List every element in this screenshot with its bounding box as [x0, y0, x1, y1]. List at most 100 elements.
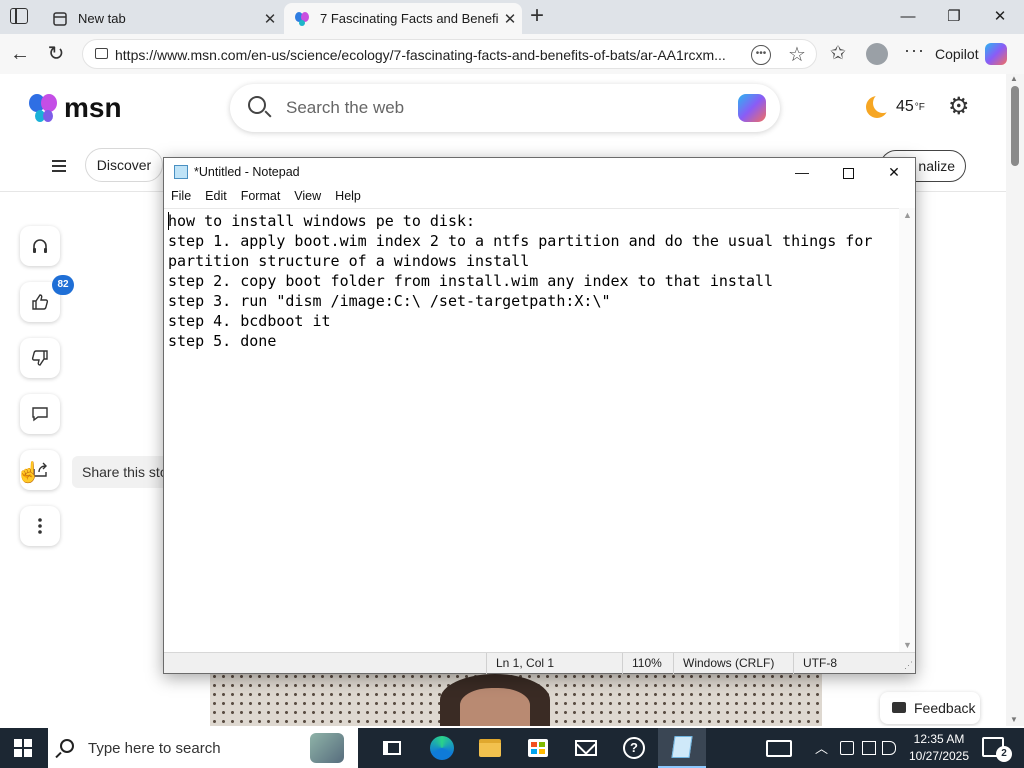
file-explorer-taskbar-button[interactable]: [466, 728, 514, 768]
notepad-icon: [671, 736, 693, 758]
notepad-close-button[interactable]: ✕: [871, 158, 917, 186]
volume-icon[interactable]: [882, 741, 896, 755]
notepad-title: *Untitled - Notepad: [194, 165, 300, 179]
back-icon[interactable]: ←: [8, 42, 32, 66]
browser-minimize-button[interactable]: —: [886, 4, 930, 30]
scroll-up-icon[interactable]: ▲: [1010, 74, 1018, 83]
notepad-minimize-button[interactable]: —: [779, 158, 825, 186]
clock-time: 12:35 AM: [913, 732, 965, 746]
new-tab-button[interactable]: +: [530, 3, 544, 29]
notepad-text-area[interactable]: how to install windows pe to disk: step …: [164, 208, 899, 652]
vertical-ellipsis-icon: [38, 518, 42, 534]
scrollbar-thumb[interactable]: [1011, 86, 1019, 166]
weather-widget[interactable]: 45 °F: [866, 93, 925, 118]
web-search-box[interactable]: Search the web: [230, 84, 780, 132]
article-image-face: [460, 688, 530, 726]
thumbs-up-icon: [32, 294, 49, 310]
encoding: UTF-8: [803, 656, 837, 670]
read-aloud-icon[interactable]: •••: [751, 45, 771, 65]
tab-actions-icon[interactable]: [10, 8, 28, 24]
more-options-button[interactable]: [20, 506, 60, 546]
more-icon[interactable]: ···: [904, 40, 925, 61]
msn-logo[interactable]: msn: [28, 92, 122, 124]
meet-now-icon[interactable]: [840, 741, 854, 755]
msn-favicon-icon: [294, 11, 310, 27]
discover-button[interactable]: Discover: [85, 148, 163, 182]
notepad-vertical-scrollbar[interactable]: ▲ ▼: [899, 208, 915, 652]
favorites-icon[interactable]: ✩: [830, 42, 846, 65]
msn-wordmark: msn: [64, 92, 122, 123]
task-view-button[interactable]: [368, 728, 416, 768]
notepad-taskbar-button[interactable]: [658, 728, 706, 768]
get-help-taskbar-button[interactable]: ?: [610, 728, 658, 768]
settings-gear-icon[interactable]: ⚙: [948, 92, 970, 121]
tab-close-icon[interactable]: ✕: [498, 10, 522, 28]
resize-grip-icon[interactable]: ⋰: [904, 660, 913, 671]
browser-restore-button[interactable]: ❐: [932, 4, 976, 30]
thumbs-down-icon: [31, 350, 48, 366]
network-icon[interactable]: [862, 741, 876, 755]
tab-new-tab[interactable]: New tab ✕: [42, 3, 282, 34]
tab-label: 7 Fascinating Facts and Benefits o: [320, 11, 498, 26]
edge-icon: [430, 736, 454, 760]
menu-view[interactable]: View: [287, 186, 328, 208]
notepad-title-bar[interactable]: *Untitled - Notepad — ✕: [164, 158, 915, 186]
listen-button[interactable]: [20, 226, 60, 266]
notepad-window: *Untitled - Notepad — ✕ File Edit Format…: [163, 157, 916, 674]
help-icon: ?: [623, 737, 645, 759]
scroll-up-icon[interactable]: ▲: [903, 210, 912, 220]
address-bar[interactable]: https://www.msn.com/en-us/science/ecolog…: [82, 39, 817, 69]
taskbar-clock[interactable]: 12:35 AM 10/27/2025: [908, 731, 970, 765]
copilot-icon[interactable]: [738, 94, 766, 122]
menu-icon[interactable]: [52, 160, 66, 172]
notepad-text-content[interactable]: how to install windows pe to disk: step …: [168, 211, 893, 351]
new-tab-page-icon: [52, 11, 68, 27]
notepad-menu-bar: File Edit Format View Help: [164, 186, 915, 208]
taskbar-search-box[interactable]: Type here to search: [48, 728, 358, 768]
browser-close-button[interactable]: ✕: [978, 4, 1022, 30]
comment-icon: [32, 407, 48, 422]
menu-help[interactable]: Help: [328, 186, 368, 208]
copilot-icon: [984, 43, 1007, 65]
lock-icon[interactable]: [95, 48, 108, 59]
tab-bats-article[interactable]: 7 Fascinating Facts and Benefits o ✕: [284, 3, 522, 34]
maximize-icon: [842, 167, 854, 179]
show-hidden-icons-chevron-icon[interactable]: ︿: [815, 738, 828, 757]
notepad-maximize-button[interactable]: [825, 158, 871, 186]
store-taskbar-button[interactable]: [514, 728, 562, 768]
mail-taskbar-button[interactable]: [562, 728, 610, 768]
dislike-button[interactable]: [20, 338, 60, 378]
tab-close-icon[interactable]: ✕: [258, 10, 282, 28]
page-scrollbar[interactable]: ▲ ▼: [1006, 74, 1024, 726]
copilot-button[interactable]: Copilot: [935, 42, 1007, 66]
status-separator: [486, 653, 487, 674]
url-text[interactable]: https://www.msn.com/en-us/science/ecolog…: [115, 47, 735, 63]
status-separator: [673, 653, 674, 674]
profile-icon[interactable]: [866, 43, 888, 65]
reload-icon[interactable]: ↻: [44, 42, 68, 66]
news-widget-icon[interactable]: [766, 740, 792, 757]
hand-cursor-icon: ☝: [16, 462, 41, 484]
feedback-button[interactable]: Feedback: [880, 692, 980, 724]
folder-icon: [479, 739, 501, 757]
temperature-unit: °F: [914, 101, 925, 113]
menu-format[interactable]: Format: [234, 186, 288, 208]
scroll-down-icon[interactable]: ▼: [1010, 715, 1018, 724]
menu-file[interactable]: File: [164, 186, 198, 208]
store-icon: [528, 739, 548, 757]
search-input[interactable]: Search the web: [286, 98, 404, 118]
search-highlight-icon[interactable]: [310, 733, 344, 763]
status-separator: [793, 653, 794, 674]
taskbar-search-input[interactable]: Type here to search: [88, 740, 221, 757]
notification-count-badge: 2: [996, 746, 1012, 762]
scroll-down-icon[interactable]: ▼: [903, 640, 912, 650]
search-icon: [60, 739, 74, 753]
feedback-label: Feedback: [914, 700, 976, 716]
menu-edit[interactable]: Edit: [198, 186, 234, 208]
clock-date: 10/27/2025: [908, 749, 970, 763]
windows-start-icon[interactable]: [14, 739, 32, 757]
edge-taskbar-button[interactable]: [418, 728, 466, 768]
comment-button[interactable]: [20, 394, 60, 434]
favorite-star-icon[interactable]: ☆: [788, 42, 806, 67]
windows-taskbar: Type here to search ? ︿ 12:35 AM 10/27/2…: [0, 728, 1024, 768]
